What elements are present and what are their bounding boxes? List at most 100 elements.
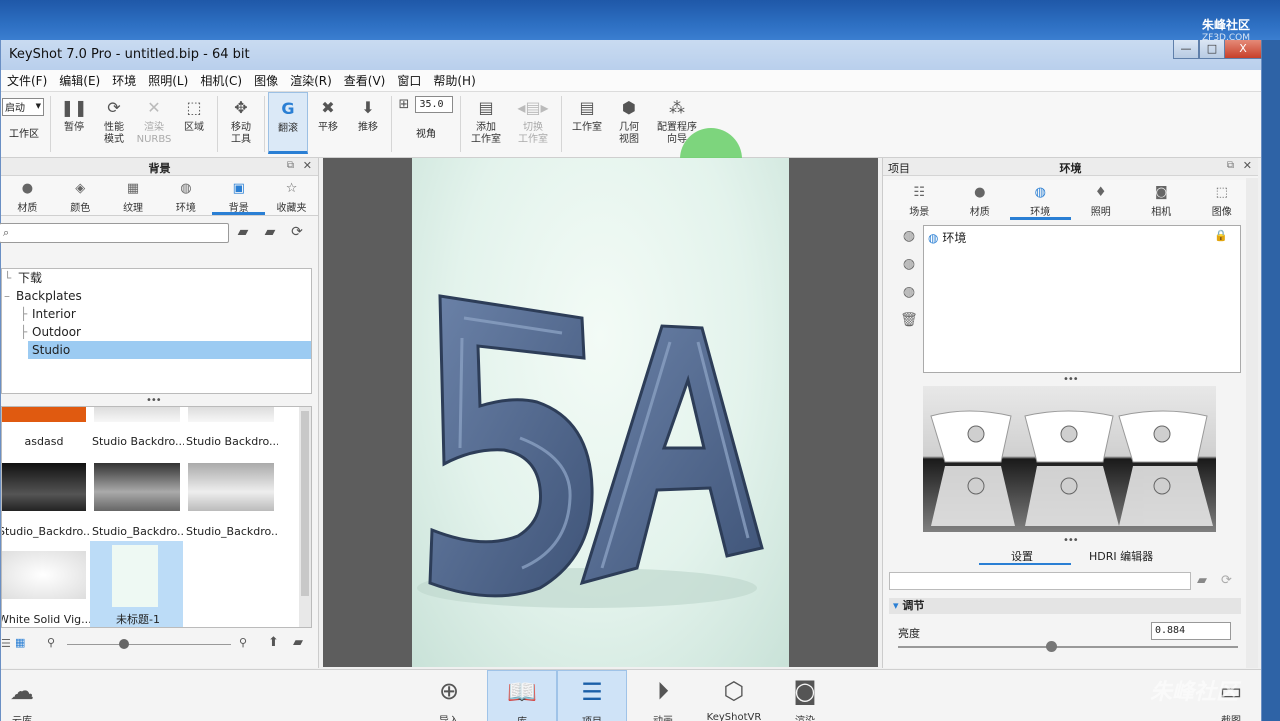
tab-lighting[interactable]: ♦ 照明 [1071,180,1132,220]
panel-scrollbar[interactable] [1246,178,1258,668]
pause-button[interactable]: ❚❚ 暂停 [54,92,94,154]
menu-lighting[interactable]: 照明(L) [142,72,194,89]
region-button[interactable]: ⬚ 区域 [174,92,214,154]
tumble-button[interactable]: G 翻滚 [268,92,308,154]
tab-hdri-editor[interactable]: HDRI 编辑器 [1089,548,1153,564]
close-button[interactable]: X [1224,40,1262,59]
import-folder-icon[interactable]: ▰ [261,224,279,242]
tab-scene[interactable]: ☷ 场景 [889,180,950,220]
list-view-icon[interactable]: ☰ [1,637,11,650]
menu-image[interactable]: 图像 [248,72,284,89]
menu-file[interactable]: 文件(F) [1,72,53,89]
brightness-input[interactable]: 0.884 [1151,622,1231,640]
folder-icon[interactable]: ▰ [1197,573,1207,588]
import-button[interactable]: ⊕ 导入 [414,670,484,721]
thumbnail-item-selected[interactable]: 未标题-1 [90,541,183,627]
refresh-icon[interactable]: ⟳ [1221,573,1232,588]
environment-list-item[interactable]: ◍ 环境 [928,229,966,246]
thumbnail-item[interactable]: asdasd [2,407,89,448]
menu-view[interactable]: 查看(V) [338,72,392,89]
add-studio-button[interactable]: ▤ 添加 工作室 [464,92,508,154]
thumbnail-item[interactable]: Studio_Backdro... [184,463,278,538]
undock-icon[interactable]: ⧉ [287,160,294,171]
zoom-out-icon[interactable]: ⚲ [47,636,55,649]
render-viewport[interactable] [323,158,878,667]
menu-edit[interactable]: 编辑(E) [53,72,106,89]
animation-button[interactable]: ⏵ 动画 [628,670,698,721]
cloud-library-button[interactable]: ☁ 云库 [0,670,57,721]
thumbnail-item[interactable]: Studio_Backdro... [90,463,184,538]
tree-item[interactable]: – Backplates [2,287,311,305]
geometry-view-button[interactable]: ⬢ 几何 视图 [609,92,649,154]
menu-camera[interactable]: 相机(C) [194,72,248,89]
thumbnail-item[interactable]: White Solid Vig... [2,551,90,626]
thumbnail-size-knob[interactable] [119,639,129,649]
zoom-in-icon[interactable]: ⚲ [239,636,247,649]
environment-path-field[interactable] [889,572,1191,590]
pan-button[interactable]: ✖ 平移 [308,92,348,154]
menu-help[interactable]: 帮助(H) [427,72,481,89]
render-nurbs-button[interactable]: ✕ 渲染 NURBS [134,92,174,154]
dolly-button[interactable]: ⬇ 推移 [348,92,388,154]
close-panel-icon[interactable]: ✕ [303,159,312,172]
performance-mode-button[interactable]: ⟳ 性能 模式 [94,92,134,154]
move-tool-button[interactable]: ✥ 移动 工具 [221,92,261,154]
tab-environment[interactable]: ◍ 环境 [1010,180,1071,220]
thumbnail-item[interactable]: Studio_Backdro... [2,463,90,538]
title-bar[interactable]: KeyShot 7.0 Pro - untitled.bip - 64 bit … [1,40,1262,70]
project-toggle-button[interactable]: ☰ 项目 [557,670,627,721]
grid-view-icon[interactable]: ▦ [15,636,25,649]
fov-input[interactable]: 35.0 [415,96,454,113]
keyshotvr-button[interactable]: ⬡ KeyShotVR [699,670,769,721]
splitter-grip[interactable]: ••• [1063,374,1079,385]
brightness-slider[interactable] [898,646,1238,648]
menu-render[interactable]: 渲染(R) [284,72,338,89]
environment-settings-icon[interactable]: ◍ [899,284,919,306]
render-image[interactable] [412,158,789,667]
tab-camera[interactable]: ◙ 相机 [1131,180,1192,220]
lock-icon[interactable]: 🔒 [1214,229,1228,242]
tree-item-selected[interactable]: Studio [28,341,311,359]
render-button[interactable]: ◙ 渲染 [770,670,840,721]
trash-icon[interactable]: 🗑 [899,312,919,334]
tab-image[interactable]: ⬚ 图像 [1192,180,1253,220]
tree-item[interactable]: └ 下载 [2,269,311,287]
thumbnail-item[interactable]: Studio Backdro... [184,407,278,448]
maximize-button[interactable]: □ [1199,40,1225,59]
upload-icon[interactable]: ⬆ [268,635,279,650]
tab-favorites[interactable]: ☆ 收藏夹 [265,176,318,215]
add-environment-icon[interactable]: ◍ [899,228,919,250]
scrollbar-thumb[interactable] [301,411,309,596]
tab-environments[interactable]: ◍ 环境 [159,176,212,215]
thumbnail-size-slider[interactable] [67,644,231,645]
tab-colors[interactable]: ◈ 颜色 [54,176,107,215]
brightness-slider-knob[interactable] [1046,641,1057,652]
studio-button[interactable]: ▤ 工作室 [565,92,609,154]
library-toggle-button[interactable]: 📖 库 [487,670,557,721]
splitter-grip[interactable]: ••• [146,395,162,406]
workspace-select[interactable]: 启动 [2,98,44,116]
adjust-section-header[interactable]: ▾ 调节 [889,598,1241,614]
tab-settings[interactable]: 设置 [1011,548,1033,564]
tab-materials[interactable]: ● 材质 [1,176,54,215]
splitter-grip[interactable]: ••• [1063,535,1079,546]
switch-studio-button[interactable]: ◂▤▸ 切换 工作室 [508,92,558,154]
folder-icon[interactable]: ▰ [293,635,303,650]
tab-material[interactable]: ● 材质 [950,180,1011,220]
duplicate-environment-icon[interactable]: ◍ [899,256,919,278]
library-search-input[interactable]: ⌕ [0,223,229,243]
close-panel-icon[interactable]: ✕ [1243,159,1252,172]
thumbnail-scrollbar[interactable] [299,407,311,627]
refresh-icon[interactable]: ⟳ [288,224,306,242]
add-folder-icon[interactable]: ▰ [234,224,252,242]
tree-item[interactable]: ├ Outdoor [2,323,311,341]
tab-textures[interactable]: ▦ 纹理 [107,176,160,215]
undock-icon[interactable]: ⧉ [1227,160,1234,171]
thumbnail-item[interactable]: Studio Backdro... [90,407,184,448]
hdri-preview[interactable] [923,386,1216,532]
tree-item[interactable]: ├ Interior [2,305,311,323]
menu-window[interactable]: 窗口 [391,72,427,89]
menu-environment[interactable]: 环境 [106,72,142,89]
minimize-button[interactable]: — [1173,40,1199,59]
tab-backgrounds[interactable]: ▣ 背景 [212,176,266,215]
